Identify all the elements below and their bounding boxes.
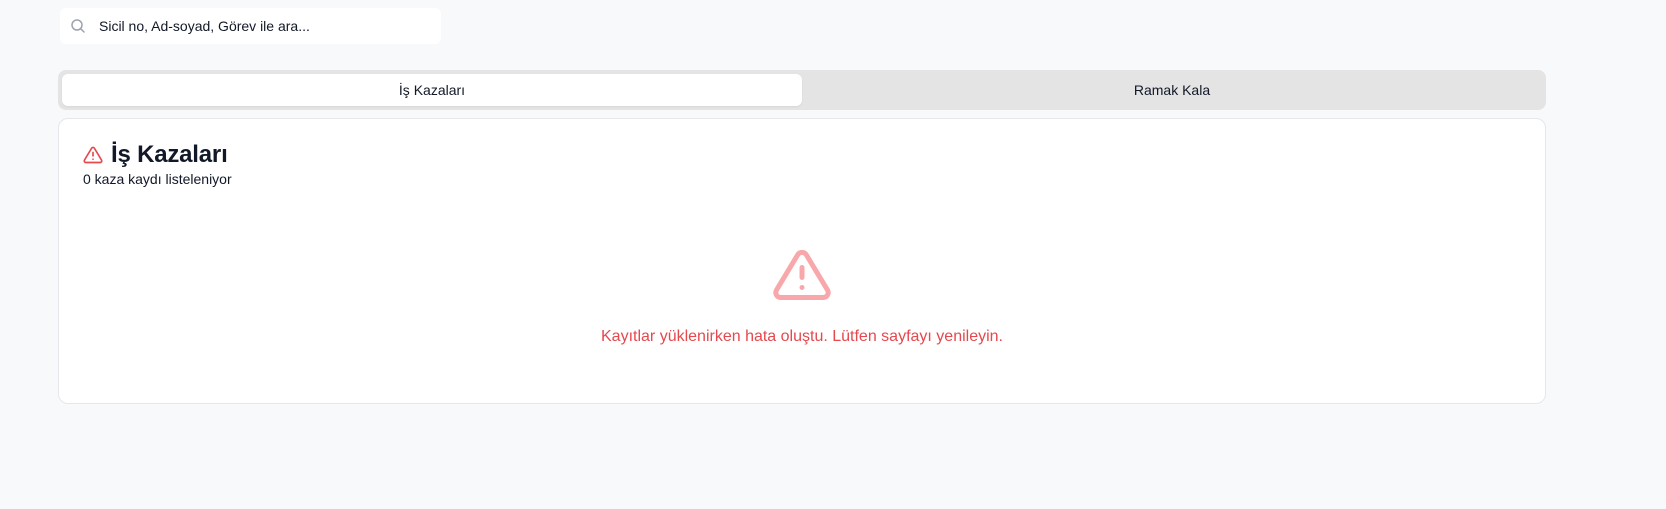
- error-state: Kayıtlar yüklenirken hata oluştu. Lütfen…: [59, 245, 1545, 346]
- card-header: İş Kazaları 0 kaza kaydı listeleniyor: [83, 141, 232, 187]
- tab-list: İş Kazaları Ramak Kala: [58, 70, 1546, 110]
- error-message: Kayıtlar yüklenirken hata oluştu. Lütfen…: [601, 328, 1003, 345]
- warning-triangle-icon: [770, 245, 834, 305]
- section-title: İş Kazaları: [111, 141, 228, 168]
- record-count: 0 kaza kaydı listeleniyor: [83, 171, 232, 187]
- tab-ramak-kala[interactable]: Ramak Kala: [802, 74, 1542, 106]
- warning-triangle-icon: [83, 145, 103, 165]
- accidents-card: İş Kazaları 0 kaza kaydı listeleniyor Ka…: [58, 118, 1546, 404]
- search-icon: [70, 18, 86, 34]
- tab-is-kazalari[interactable]: İş Kazaları: [62, 74, 802, 106]
- search-input[interactable]: [99, 18, 419, 34]
- search-box[interactable]: [60, 8, 441, 44]
